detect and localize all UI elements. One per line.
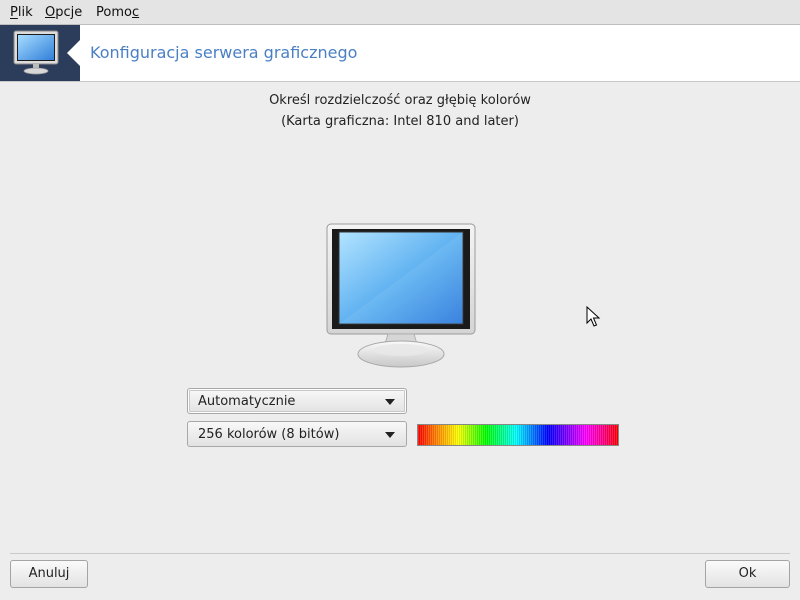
chevron-down-icon: [385, 399, 395, 405]
menu-plik-label: Plik: [10, 5, 33, 20]
menu-pomoc-label: Pomoc: [96, 5, 140, 20]
menu-bar: Plik Opcje Pomoc: [0, 0, 800, 25]
resolution-value: Automatycznie: [198, 394, 296, 409]
banner-logo: [0, 25, 80, 81]
bottom-separator: [10, 553, 790, 554]
resolution-select[interactable]: Automatycznie: [187, 388, 407, 414]
monitor-icon: [13, 30, 59, 75]
graphics-card-info: (Karta graficzna: Intel 810 and later): [281, 114, 519, 129]
ok-button[interactable]: Ok: [705, 560, 790, 588]
banner-notch: [67, 40, 80, 66]
color-depth-select[interactable]: 256 kolorów (8 bitów): [187, 421, 407, 447]
header-banner: Konfiguracja serwera graficznego: [0, 25, 800, 82]
menu-pomoc[interactable]: Pomoc: [96, 5, 139, 20]
chevron-down-icon: [385, 432, 395, 438]
color-depth-value: 256 kolorów (8 bitów): [198, 427, 340, 442]
color-depth-preview: [417, 424, 619, 446]
instruction-text: Określ rozdzielczość oraz głębię kolorów: [269, 93, 531, 108]
cancel-button[interactable]: Anuluj: [10, 560, 88, 588]
page-title: Konfiguracja serwera graficznego: [90, 43, 358, 62]
monitor-icon: [326, 223, 476, 368]
menu-opcje[interactable]: Opcje: [45, 5, 82, 20]
mouse-cursor-icon: [586, 306, 601, 327]
menu-plik[interactable]: Plik: [10, 5, 33, 20]
menu-opcje-label: Opcje: [45, 5, 83, 20]
